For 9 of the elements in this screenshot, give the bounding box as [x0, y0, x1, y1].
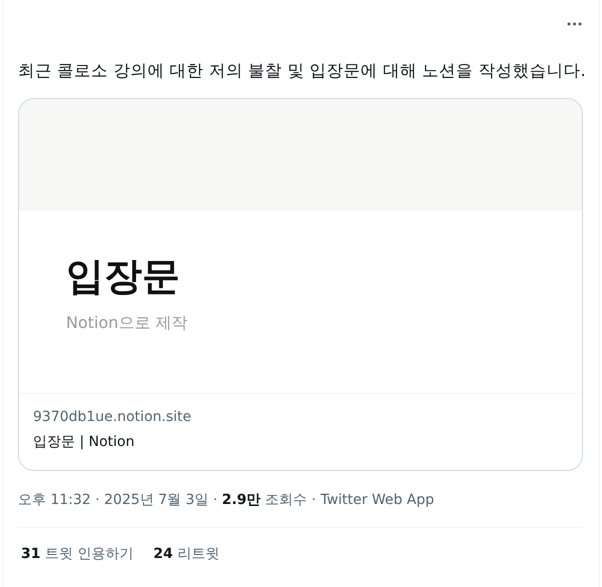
stat-link[interactable]: 24 리트윗: [153, 544, 220, 564]
link-card[interactable]: 입장문 Notion으로 제작 9370db1ue.notion.site 입장문 | Notion: [18, 98, 583, 471]
stat-link[interactable]: 31 트윗 인용하기: [21, 544, 134, 564]
preview-title: 입장문: [66, 253, 180, 299]
preview-subtitle: Notion으로 제작: [66, 313, 188, 334]
tweet-meta: 오후 11:32 · 2025년 7월 3일 · 2.9만 조회수 · Twitter Web App: [18, 491, 436, 510]
link-domain[interactable]: 9370db1ue.notion.site: [33, 408, 192, 427]
link-title[interactable]: 입장문 | Notion: [33, 433, 134, 452]
tweet-text: 최근 콜로소 강의에 대한 저의 불찰 및 입장문에 대해 노션을 작성했습니다.: [18, 60, 582, 82]
